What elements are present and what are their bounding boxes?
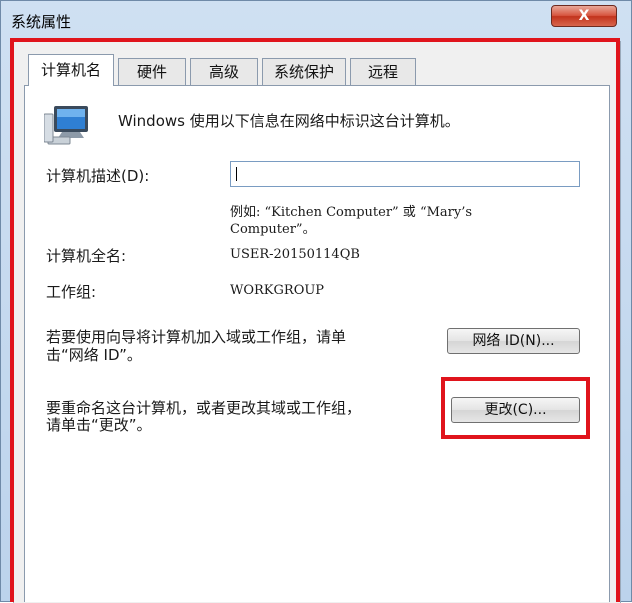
description-label: 计算机描述(D): (46, 167, 150, 185)
info-text: Windows 使用以下信息在网络中标识这台计算机。 (118, 112, 460, 130)
tab-remote[interactable]: 远程 (350, 58, 416, 85)
tab-computer-name[interactable]: 计算机名 (28, 54, 114, 86)
title-bar[interactable]: 系统属性 X (1, 1, 631, 39)
full-name-value: USER-20150114QB (230, 247, 360, 262)
close-icon: X (578, 8, 590, 24)
tab-advanced[interactable]: 高级 (190, 58, 258, 85)
network-id-button[interactable]: 网络 ID(N)... (447, 328, 580, 354)
close-button[interactable]: X (551, 5, 617, 27)
tab-system-protection[interactable]: 系统保护 (262, 58, 346, 85)
change-text-line2: 请单击“更改”。 (46, 416, 152, 434)
text-caret (236, 167, 237, 181)
workgroup-label: 工作组: (46, 283, 97, 301)
tab-hardware[interactable]: 硬件 (118, 58, 186, 85)
workgroup-value: WORKGROUP (230, 283, 325, 298)
description-example-line2: Computer”。 (230, 222, 316, 237)
window-title: 系统属性 (11, 13, 72, 31)
full-name-label: 计算机全名: (46, 247, 127, 265)
computer-icon (44, 106, 88, 145)
description-input[interactable] (230, 161, 580, 187)
change-button[interactable]: 更改(C)... (451, 397, 580, 423)
network-id-text-line2: 击“网络 ID”。 (46, 346, 142, 364)
